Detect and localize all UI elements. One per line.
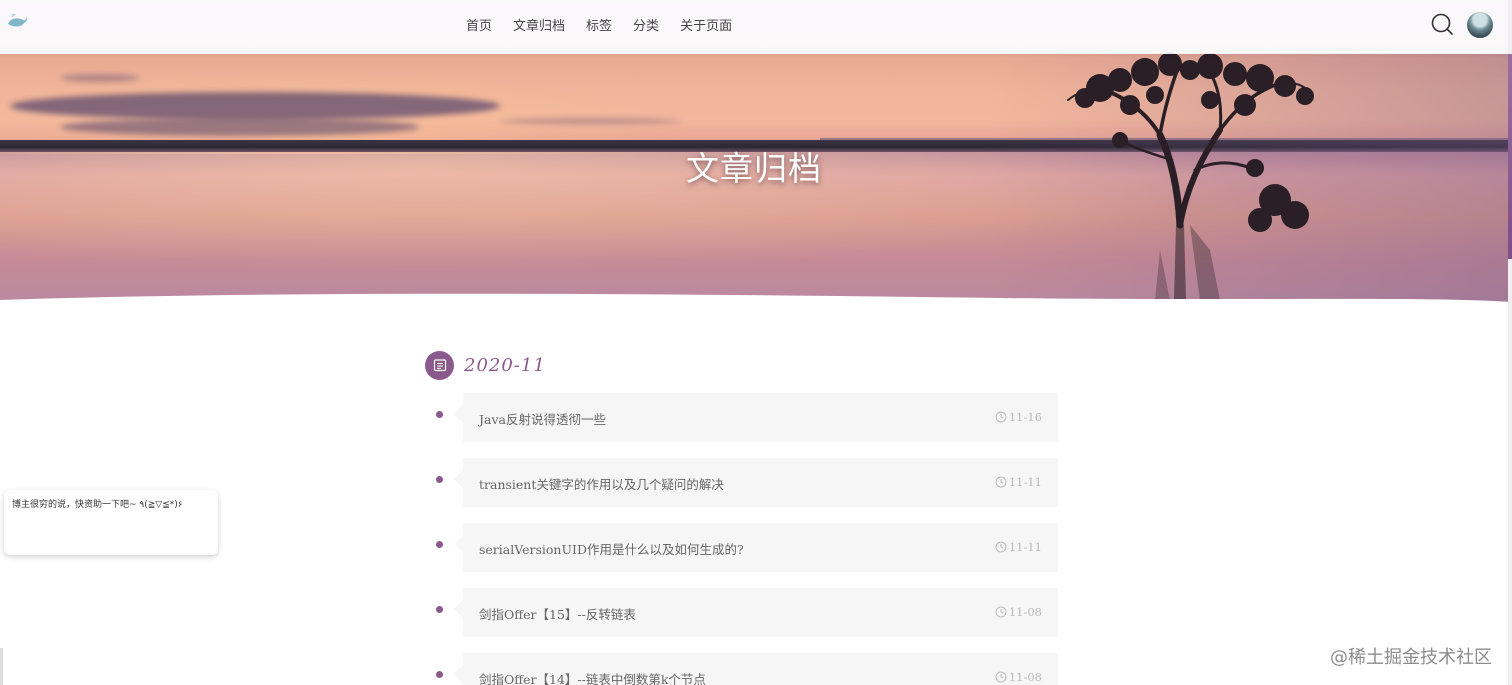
post-date: 11-16 bbox=[995, 410, 1042, 424]
donate-text: 博主很穷的说，快资助一下吧~ ٩(≧▽≦*)۶ bbox=[12, 500, 183, 510]
cloud bbox=[60, 118, 420, 136]
nav-about[interactable]: 关于页面 bbox=[680, 15, 732, 34]
top-navbar: 首页 文章归档 标签 分类 关于页面 bbox=[0, 0, 1508, 54]
nav-tags[interactable]: 标签 bbox=[586, 15, 612, 34]
timeline-dot bbox=[436, 476, 443, 483]
post-title[interactable]: serialVersionUID作用是什么以及如何生成的? bbox=[479, 539, 744, 558]
month-label: 2020-11 bbox=[464, 354, 546, 376]
post-item: 剑指Offer【14】--链表中倒数第k个节点 11-08 bbox=[425, 653, 1065, 685]
post-date-text: 11-11 bbox=[1008, 475, 1042, 489]
clock-icon bbox=[995, 411, 1007, 423]
post-date-text: 11-11 bbox=[1008, 540, 1042, 554]
post-item: transient关键字的作用以及几个疑问的解决 11-11 bbox=[425, 458, 1065, 507]
post-item: 剑指Offer【15】--反转链表 11-08 bbox=[425, 588, 1065, 637]
cloud bbox=[60, 74, 140, 82]
post-card[interactable]: transient关键字的作用以及几个疑问的解决 11-11 bbox=[454, 458, 1058, 507]
post-date: 11-08 bbox=[995, 670, 1042, 684]
post-date: 11-08 bbox=[995, 605, 1042, 619]
timeline-dot bbox=[436, 606, 443, 613]
post-item: serialVersionUID作用是什么以及如何生成的? 11-11 bbox=[425, 523, 1065, 572]
cloud bbox=[500, 118, 680, 124]
post-card[interactable]: serialVersionUID作用是什么以及如何生成的? 11-11 bbox=[454, 523, 1058, 572]
clock-icon bbox=[995, 541, 1007, 553]
watermark: @稀土掘金技术社区 bbox=[1330, 647, 1492, 668]
post-date: 11-11 bbox=[995, 540, 1042, 554]
post-title[interactable]: transient关键字的作用以及几个疑问的解决 bbox=[479, 474, 724, 493]
nav-home[interactable]: 首页 bbox=[466, 15, 492, 34]
timeline-dot bbox=[436, 671, 443, 678]
timeline-dot bbox=[436, 411, 443, 418]
calendar-icon bbox=[433, 359, 446, 372]
nav-archive[interactable]: 文章归档 bbox=[513, 15, 565, 34]
post-date-text: 11-08 bbox=[1008, 670, 1042, 684]
avatar[interactable] bbox=[1467, 12, 1493, 38]
clock-icon bbox=[995, 476, 1007, 488]
scrollbar-thumb[interactable] bbox=[1508, 54, 1512, 259]
post-card[interactable]: 剑指Offer【14】--链表中倒数第k个节点 11-08 bbox=[454, 653, 1058, 685]
donate-popup[interactable]: 博主很穷的说，快资助一下吧~ ٩(≧▽≦*)۶ bbox=[4, 490, 218, 555]
post-title[interactable]: Java反射说得透彻一些 bbox=[479, 409, 606, 428]
calendar-badge bbox=[425, 350, 454, 380]
post-date-text: 11-08 bbox=[1008, 605, 1042, 619]
post-card[interactable]: 剑指Offer【15】--反转链表 11-08 bbox=[454, 588, 1058, 637]
nav-categories[interactable]: 分类 bbox=[633, 15, 659, 34]
post-item: Java反射说得透彻一些 11-16 bbox=[425, 393, 1065, 442]
search-icon[interactable] bbox=[1430, 12, 1454, 36]
clock-icon bbox=[995, 606, 1007, 618]
post-date-text: 11-16 bbox=[1008, 410, 1042, 424]
page-title: 文章归档 bbox=[686, 149, 822, 188]
hero-wave-edge bbox=[0, 293, 1512, 312]
post-card[interactable]: Java反射说得透彻一些 11-16 bbox=[454, 393, 1058, 442]
side-widget-edge[interactable] bbox=[0, 648, 3, 685]
nav-menu: 首页 文章归档 标签 分类 关于页面 bbox=[466, 15, 753, 34]
post-title[interactable]: 剑指Offer【15】--反转链表 bbox=[479, 604, 636, 623]
page: 文章归档 首页 文章归档 标签 分类 关于页面 2020-11 Java反射说得… bbox=[0, 0, 1512, 685]
whale-logo-icon[interactable] bbox=[6, 12, 28, 30]
post-date: 11-11 bbox=[995, 475, 1042, 489]
cloud bbox=[10, 92, 500, 120]
clock-icon bbox=[995, 671, 1007, 683]
month-header: 2020-11 bbox=[425, 350, 546, 380]
post-title[interactable]: 剑指Offer【14】--链表中倒数第k个节点 bbox=[479, 669, 706, 685]
timeline-dot bbox=[436, 541, 443, 548]
